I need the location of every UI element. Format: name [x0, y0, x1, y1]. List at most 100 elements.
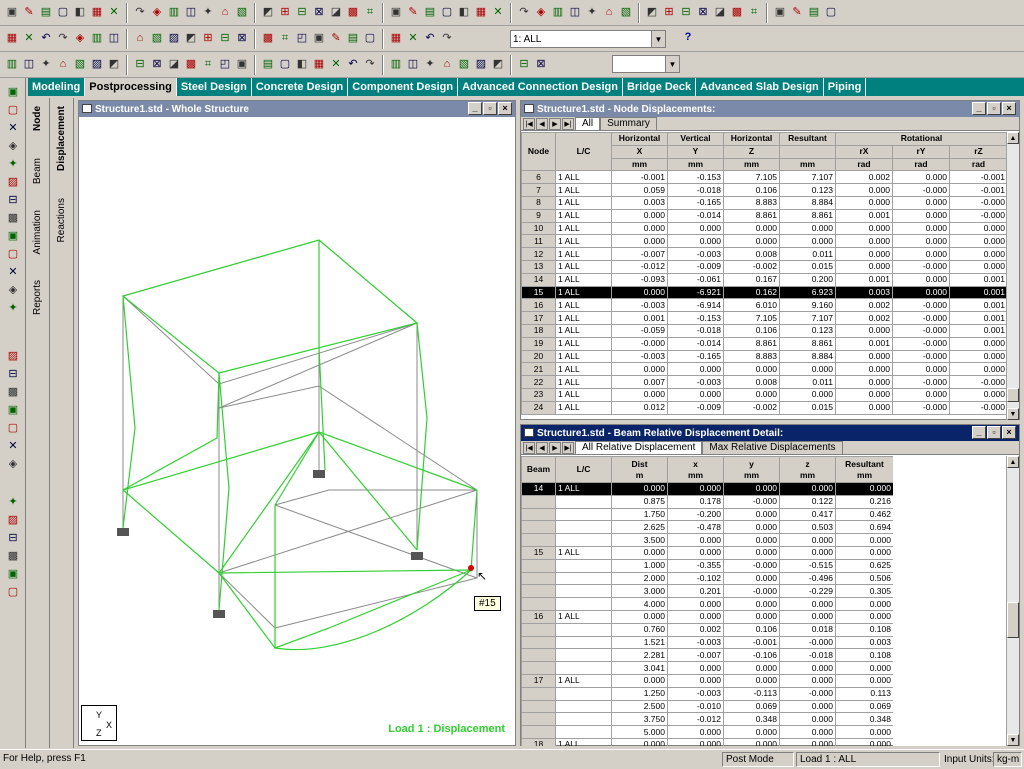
table-cell[interactable]: 0.000 [892, 221, 950, 236]
toolbar-tool-icon[interactable]: ▣ [388, 5, 404, 21]
table-cell[interactable]: 0.000 [779, 387, 836, 402]
toolbar-tool-icon[interactable]: ↶ [345, 57, 361, 73]
table-cell[interactable]: 0.003 [835, 285, 893, 300]
structure-view[interactable]: ↖ [79, 118, 515, 746]
table-cell[interactable]: 0.000 [779, 725, 836, 739]
table-cell[interactable]: 8.883 [723, 195, 780, 210]
table-cell[interactable]: 0.462 [835, 507, 893, 522]
toolbar-tool-icon[interactable]: ▢ [439, 5, 455, 21]
table-cell[interactable]: -0.000 [892, 400, 950, 415]
toolbar-tool-icon[interactable]: ⊟ [132, 57, 148, 73]
table-cell[interactable] [555, 661, 612, 675]
table-cell[interactable]: 5.000 [611, 725, 668, 739]
toolbar-tool-icon[interactable]: ↶ [422, 31, 438, 47]
toolbar-tool-icon[interactable]: ✕ [21, 31, 37, 47]
toolbar-tool-icon[interactable]: ↷ [55, 31, 71, 47]
row-header-node[interactable]: 13 [521, 259, 556, 274]
toolbar-tool-icon[interactable]: ↶ [38, 31, 54, 47]
table-cell[interactable]: 1 ALL [555, 234, 612, 249]
toolbar-tool-icon[interactable]: ▢ [277, 57, 293, 73]
side-tab-beam[interactable]: Beam [32, 158, 43, 184]
table-cell[interactable]: 1 ALL [555, 272, 612, 287]
scroll-thumb[interactable] [1007, 388, 1019, 402]
row-header-node[interactable]: 9 [521, 208, 556, 223]
left-tool-icon[interactable]: ▩ [5, 384, 21, 400]
table-cell[interactable]: 0.000 [779, 362, 836, 377]
row-header-beam[interactable] [521, 635, 556, 650]
table-cell[interactable]: 0.506 [835, 571, 893, 586]
table-cell[interactable]: 0.000 [611, 285, 668, 300]
toolbar-tool-icon[interactable]: ▤ [260, 57, 276, 73]
table-cell[interactable]: 3.750 [611, 712, 668, 727]
chevron-down-icon[interactable]: ▼ [665, 56, 679, 72]
side-tab-reports[interactable]: Reports [32, 280, 43, 315]
table-cell[interactable]: 1 ALL [555, 336, 612, 351]
table-cell[interactable]: -0.000 [948, 400, 1007, 415]
table-cell[interactable]: 2.000 [611, 571, 668, 586]
table-cell[interactable]: 0.001 [835, 272, 893, 287]
table-cell[interactable]: 0.000 [723, 482, 780, 496]
toolbar-tool-icon[interactable]: ◫ [567, 5, 583, 21]
toolbar-tool-icon[interactable]: ⊠ [695, 5, 711, 21]
table-cell[interactable]: 0.000 [779, 699, 836, 714]
toolbar-tool-icon[interactable]: ⊟ [516, 57, 532, 73]
toolbar-tool-icon[interactable]: ✕ [328, 57, 344, 73]
table-cell[interactable]: 0.000 [892, 170, 950, 185]
row-header-node[interactable]: 11 [521, 234, 556, 249]
toolbar-tool-icon[interactable]: ⌗ [277, 31, 293, 47]
toolbar-tool-icon[interactable]: ▩ [183, 57, 199, 73]
table-row[interactable]: 16 1 ALL 0.000 0.000 0.000 0.000 0.000 [521, 609, 893, 624]
side-tab-animation[interactable]: Animation [32, 210, 43, 254]
table-cell[interactable]: 0.000 [667, 387, 724, 402]
row-header-beam[interactable] [521, 507, 556, 522]
col-header-node[interactable]: Node [521, 132, 556, 172]
table-cell[interactable]: -0.010 [667, 699, 724, 714]
table-cell[interactable]: 1.000 [611, 558, 668, 573]
table-cell[interactable]: 1.521 [611, 635, 668, 650]
toolbar-tool-icon[interactable]: ▦ [311, 57, 327, 73]
table-cell[interactable]: 0.000 [835, 609, 893, 624]
nav-last-icon[interactable]: ▶| [562, 442, 574, 454]
table-cell[interactable]: 0.011 [779, 247, 836, 261]
toolbar-tool-icon[interactable]: ▥ [4, 57, 20, 73]
table-cell[interactable]: 0.000 [667, 221, 724, 236]
table-cell[interactable]: 0.000 [667, 673, 724, 688]
table-row[interactable]: 91 ALL 0.000 -0.014 8.861 8.861 0.001 0.000 -0.… [521, 208, 1007, 223]
toolbar-tool-icon[interactable]: ✦ [200, 5, 216, 21]
table-cell[interactable]: 1 ALL [555, 545, 612, 560]
table-cell[interactable]: 6.923 [779, 285, 836, 300]
table-cell[interactable]: 0.000 [948, 221, 1007, 236]
table-cell[interactable] [555, 494, 612, 509]
table-row[interactable]: 15 1 ALL 0.000 -6.921 0.162 6.923 0.003 0.000 0.… [521, 285, 1007, 300]
table-cell[interactable]: -6.914 [667, 298, 724, 313]
table-cell[interactable] [555, 725, 612, 739]
toolbar-tool-icon[interactable]: ◩ [183, 31, 199, 47]
left-tool-icon[interactable]: ▢ [5, 246, 21, 262]
table-cell[interactable]: 0.000 [667, 609, 724, 624]
table-row[interactable]: 5.000 0.000 0.000 0.000 0.000 [521, 725, 893, 739]
tab-component-design[interactable]: Component Design [348, 78, 459, 96]
table-cell[interactable] [555, 686, 612, 701]
tab-all-relative-displacement[interactable]: All Relative Displacement [575, 441, 703, 454]
row-header-node[interactable]: 24 [521, 400, 556, 415]
table-cell[interactable]: 0.625 [835, 558, 893, 573]
left-tool-icon[interactable]: ▢ [5, 102, 21, 118]
row-header-beam[interactable] [521, 686, 556, 701]
table-row[interactable]: 14 1 ALL 0.000 0.000 0.000 0.000 0.000 [521, 482, 893, 496]
table-cell[interactable]: 0.000 [892, 285, 950, 300]
table-cell[interactable]: -0.000 [892, 349, 950, 364]
table-cell[interactable] [555, 520, 612, 535]
row-header-node[interactable]: 6 [521, 170, 556, 185]
table-row[interactable]: 61 ALL -0.001 -0.153 7.105 7.107 0.002 0.000 -0… [521, 170, 1007, 185]
table-cell[interactable]: 0.000 [723, 673, 780, 688]
table-cell[interactable]: 0.000 [667, 597, 724, 611]
secondary-combo[interactable]: ▼ [612, 55, 680, 73]
toolbar-tool-icon[interactable]: ◈ [533, 5, 549, 21]
table-cell[interactable]: 1.250 [611, 686, 668, 701]
table-cell[interactable]: 7.107 [779, 170, 836, 185]
left-tool-icon[interactable]: ✕ [5, 264, 21, 280]
table-cell[interactable]: 0.000 [611, 387, 668, 402]
toolbar-tool-icon[interactable]: ↷ [362, 57, 378, 73]
toolbar-tool-icon[interactable]: ▩ [345, 5, 361, 21]
table-cell[interactable]: -0.000 [779, 686, 836, 701]
